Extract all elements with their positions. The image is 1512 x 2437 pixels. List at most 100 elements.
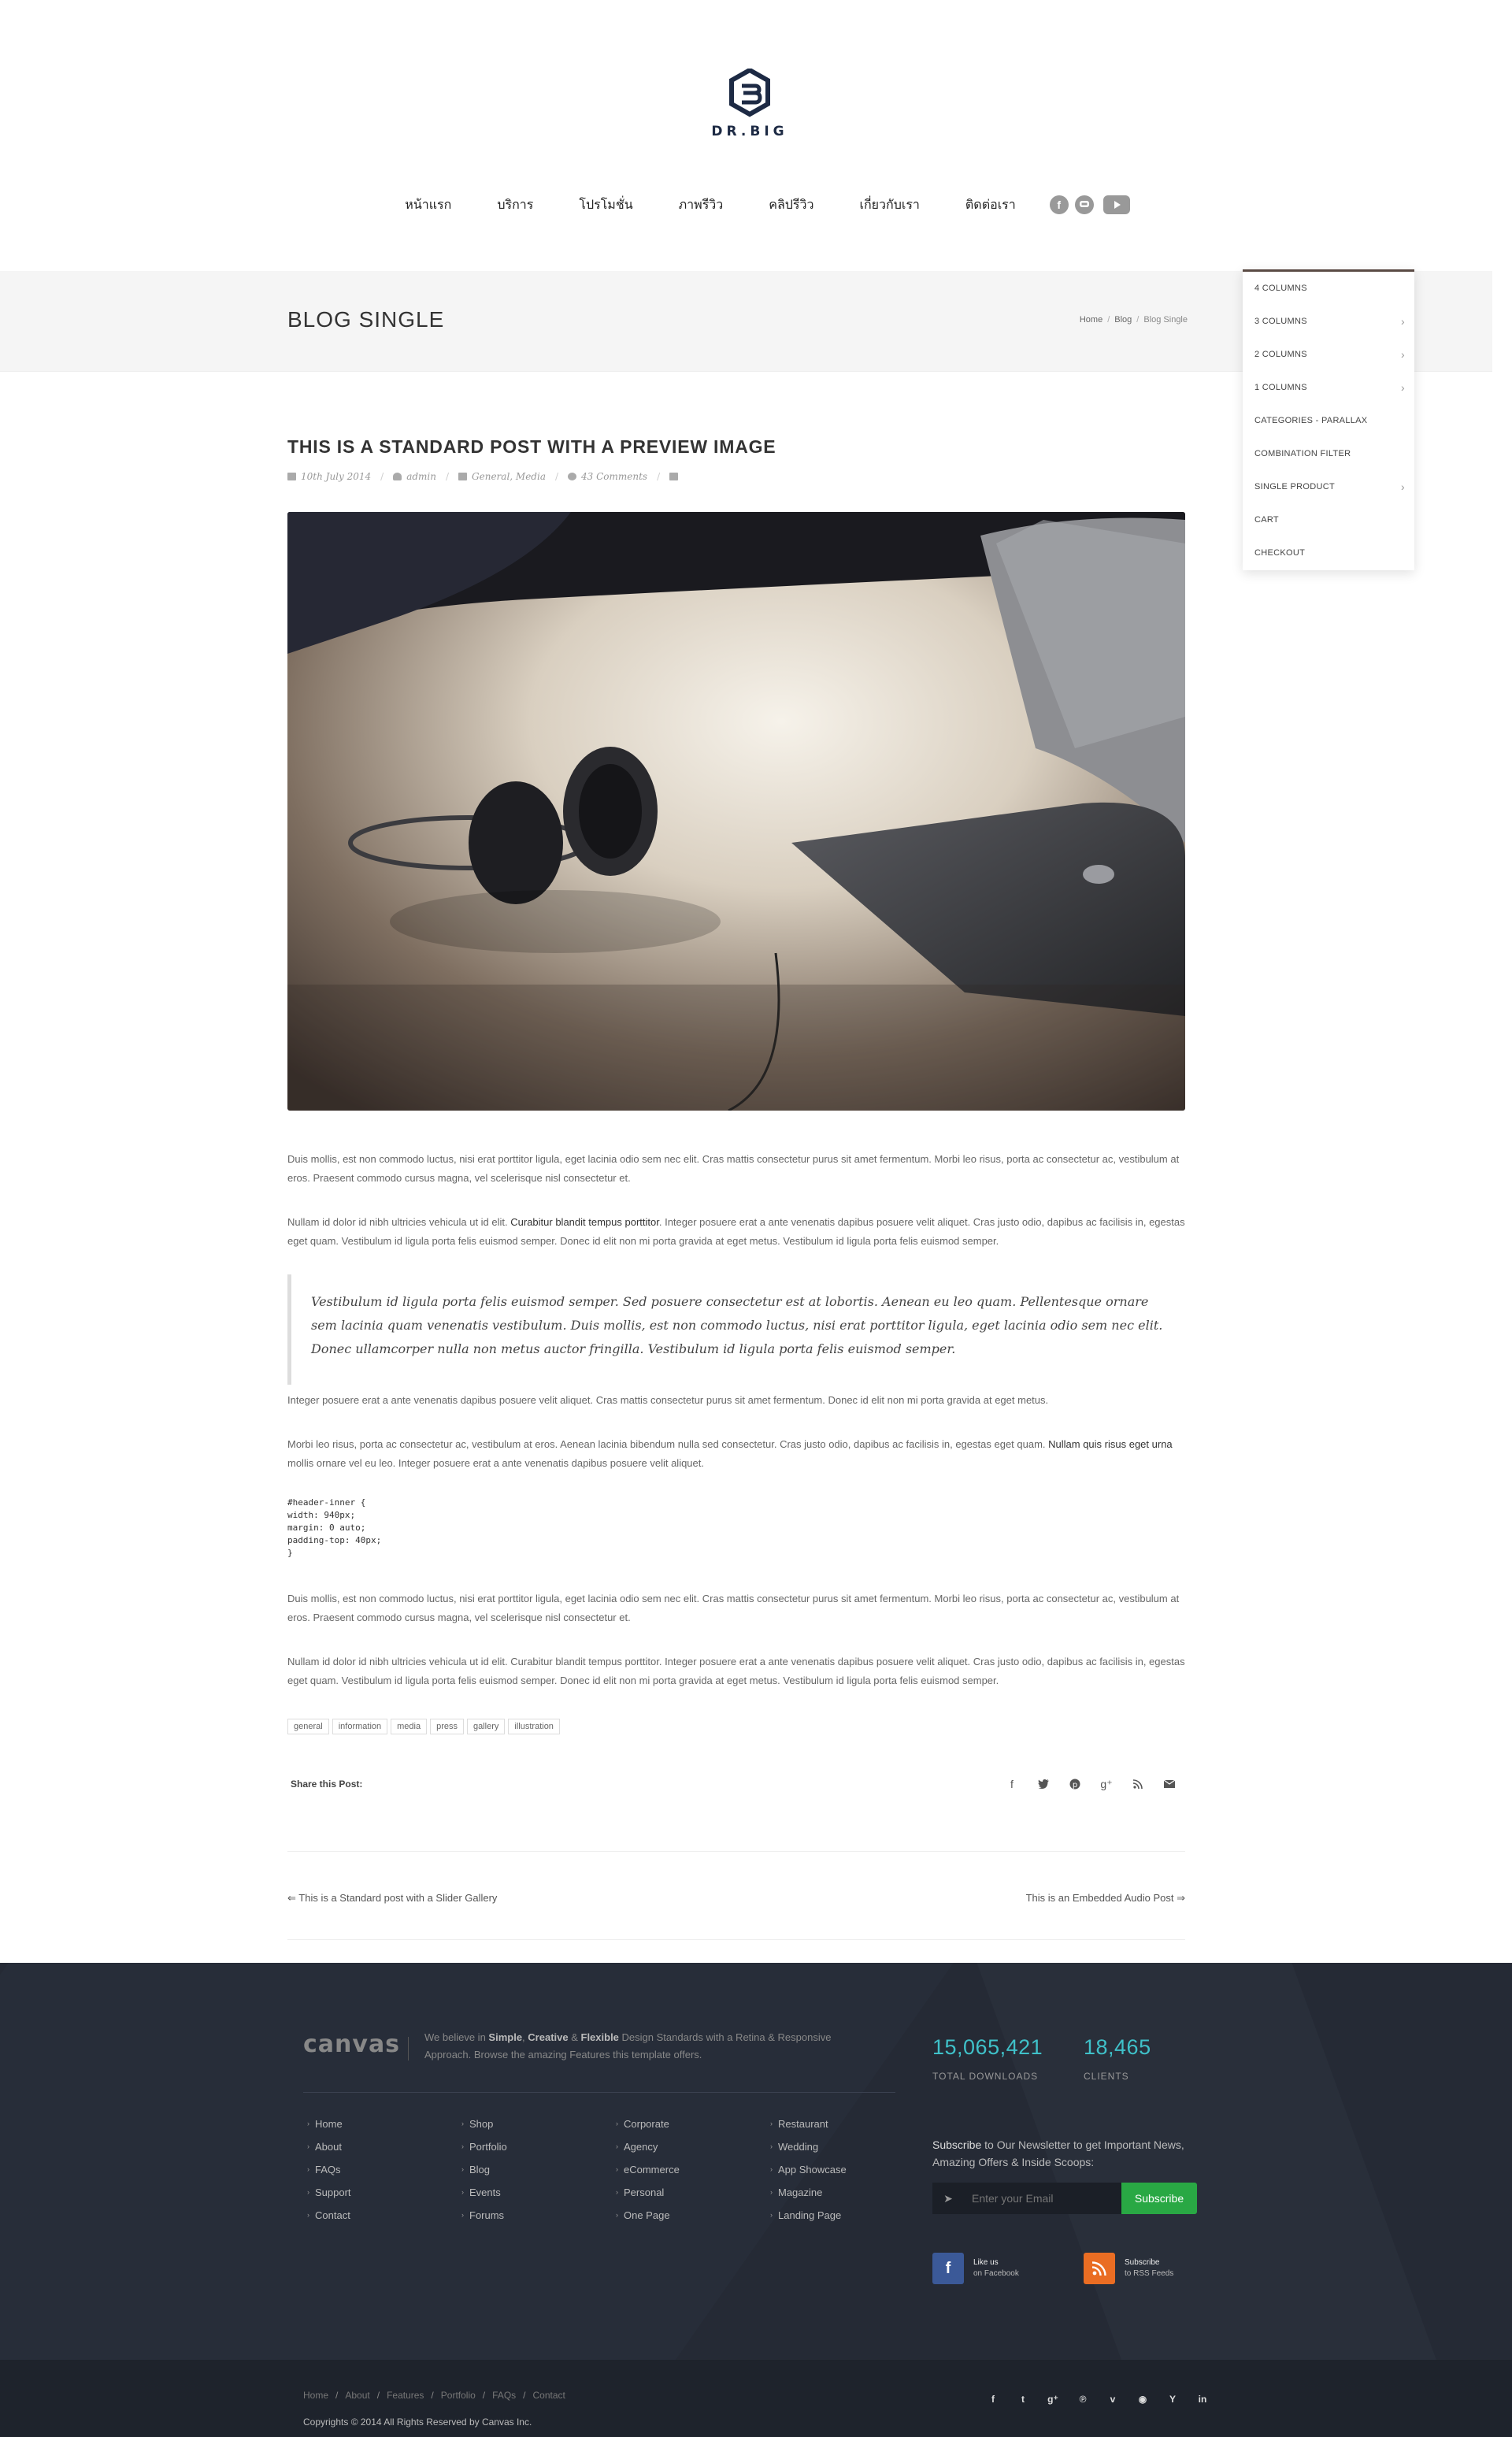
- footer-link[interactable]: › Wedding: [766, 2135, 921, 2158]
- footer-link[interactable]: › Home: [303, 2112, 458, 2135]
- prev-post-link[interactable]: ⇐ This is a Standard post with a Slider …: [287, 1892, 497, 1905]
- copyright-link[interactable]: Portfolio: [441, 2390, 476, 2401]
- dropdown-item-single-product[interactable]: SINGLE PRODUCT ›: [1243, 470, 1414, 503]
- facebook-icon[interactable]: f: [1049, 195, 1069, 214]
- dropdown-item-4-columns[interactable]: 4 COLUMNS: [1243, 272, 1414, 305]
- email-icon[interactable]: [1154, 1771, 1185, 1797]
- footer-link[interactable]: › Agency: [612, 2135, 766, 2158]
- divider: [287, 1851, 1185, 1852]
- footer-link[interactable]: › Corporate: [612, 2112, 766, 2135]
- facebook-icon[interactable]: f: [978, 2388, 1008, 2410]
- dropdown-item-cart[interactable]: CART: [1243, 503, 1414, 536]
- nav-item-about[interactable]: เกี่ยวกับเรา: [860, 189, 920, 221]
- breadcrumb-home[interactable]: Home: [1080, 315, 1102, 325]
- footer-link[interactable]: › App Showcase: [766, 2158, 921, 2181]
- dropdown-item-2-columns[interactable]: 2 COLUMNS ›: [1243, 338, 1414, 371]
- tag-link[interactable]: gallery: [467, 1719, 506, 1734]
- tag-link[interactable]: illustration: [508, 1719, 560, 1734]
- post-comments[interactable]: 43 Comments: [581, 471, 647, 482]
- chevron-right-icon: ›: [1401, 381, 1405, 394]
- footer-link[interactable]: › Magazine: [766, 2181, 921, 2204]
- newsletter-form: ➤ Subscribe: [932, 2183, 1197, 2214]
- stat-downloads: 15,065,421 Total Downloads: [932, 2035, 1043, 2082]
- dropdown-item-1-columns[interactable]: 1 COLUMNS ›: [1243, 371, 1414, 404]
- tag-link[interactable]: media: [391, 1719, 428, 1734]
- footer-link[interactable]: › Shop: [458, 2112, 612, 2135]
- breadcrumb-blog[interactable]: Blog: [1114, 315, 1132, 325]
- nav-item-video-reviews[interactable]: คลิปรีวิว: [769, 189, 813, 221]
- tag-link[interactable]: general: [287, 1719, 329, 1734]
- footer-link[interactable]: › Portfolio: [458, 2135, 612, 2158]
- chevron-right-icon: ›: [1401, 480, 1405, 493]
- vimeo-icon[interactable]: v: [1098, 2388, 1128, 2410]
- footer-link[interactable]: › Forums: [458, 2204, 612, 2227]
- dropdown-item-combination-filter[interactable]: COMBINATION FILTER: [1243, 437, 1414, 470]
- post-blockquote: Vestibulum id ligula porta felis euismod…: [287, 1274, 1185, 1385]
- site-logo[interactable]: DR.BIG: [701, 55, 799, 153]
- rss-widget[interactable]: Subscribe to RSS Feeds: [1084, 2253, 1173, 2284]
- nav-item-contact[interactable]: ติดต่อเรา: [965, 189, 1016, 221]
- inline-link[interactable]: Curabitur blandit tempus porttitor: [510, 1216, 659, 1228]
- linkedin-icon[interactable]: in: [1188, 2388, 1217, 2410]
- tag-link[interactable]: press: [430, 1719, 464, 1734]
- footer-link[interactable]: › Landing Page: [766, 2204, 921, 2227]
- line-icon[interactable]: [1074, 195, 1094, 214]
- dropdown-item-3-columns[interactable]: 3 COLUMNS ›: [1243, 305, 1414, 338]
- chevron-right-icon: ›: [1401, 348, 1405, 361]
- paper-plane-icon: ➤: [932, 2183, 964, 2214]
- post-title: This is a Standard post with a Preview I…: [287, 436, 776, 457]
- nav-item-services[interactable]: บริการ: [497, 189, 533, 221]
- user-icon: [393, 473, 402, 480]
- post-paragraph: Morbi leo risus, porta ac consectetur ac…: [287, 1438, 1173, 1469]
- footer-link[interactable]: › FAQs: [303, 2158, 458, 2181]
- google-plus-icon[interactable]: g⁺: [1091, 1771, 1122, 1797]
- twitter-icon[interactable]: t: [1008, 2388, 1038, 2410]
- chevron-right-icon: ›: [770, 2211, 773, 2219]
- footer-link[interactable]: › Restaurant: [766, 2112, 921, 2135]
- github-icon[interactable]: ◉: [1128, 2388, 1158, 2410]
- post-preview-image[interactable]: [287, 512, 1185, 1111]
- nav-item-photo-reviews[interactable]: ภาพรีวิว: [679, 189, 724, 221]
- yahoo-icon[interactable]: Y: [1158, 2388, 1188, 2410]
- nav-item-promotions[interactable]: โปรโมชั่น: [579, 189, 632, 221]
- footer-link[interactable]: › About: [303, 2135, 458, 2158]
- footer-link[interactable]: › Blog: [458, 2158, 612, 2181]
- twitter-icon[interactable]: [1028, 1771, 1059, 1797]
- facebook-icon[interactable]: f: [996, 1771, 1028, 1797]
- post-paragraph: Nullam id dolor id nibh ultricies vehicu…: [287, 1656, 1185, 1686]
- footer-link[interactable]: › Events: [458, 2181, 612, 2204]
- facebook-widget[interactable]: f Like us on Facebook: [932, 2253, 1019, 2284]
- youtube-icon[interactable]: [1102, 195, 1130, 214]
- post-author[interactable]: admin: [406, 471, 436, 482]
- post-date: 10th July 2014: [301, 471, 372, 482]
- copyright-link[interactable]: Features: [387, 2390, 424, 2401]
- copyright-link[interactable]: About: [345, 2390, 369, 2401]
- rss-icon[interactable]: [1122, 1771, 1154, 1797]
- footer-link[interactable]: › Contact: [303, 2204, 458, 2227]
- post-categories[interactable]: General, Media: [472, 471, 546, 482]
- subscribe-button[interactable]: Subscribe: [1121, 2183, 1197, 2214]
- email-field[interactable]: [964, 2183, 1121, 2214]
- next-post-link[interactable]: This is an Embedded Audio Post ⇒: [1026, 1892, 1185, 1905]
- dropdown-item-checkout[interactable]: CHECKOUT: [1243, 536, 1414, 569]
- dropdown-item-categories-parallax[interactable]: CATEGORIES - PARALLAX: [1243, 404, 1414, 437]
- pinterest-icon[interactable]: p: [1059, 1771, 1091, 1797]
- share-label: Share this Post:: [291, 1779, 363, 1790]
- footer-link[interactable]: › One Page: [612, 2204, 766, 2227]
- footer-link-column: › Corporate › Agency › eCommerce › Personal …: [612, 2112, 766, 2227]
- pinterest-icon[interactable]: ℗: [1068, 2388, 1098, 2410]
- nav-item-home[interactable]: หน้าแรก: [405, 189, 451, 221]
- footer-link[interactable]: › Personal: [612, 2181, 766, 2204]
- copyright-link[interactable]: Home: [303, 2390, 328, 2401]
- copyright-link[interactable]: Contact: [533, 2390, 565, 2401]
- tag-link[interactable]: information: [332, 1719, 388, 1734]
- footer-link[interactable]: › Support: [303, 2181, 458, 2204]
- footer-link[interactable]: › eCommerce: [612, 2158, 766, 2181]
- copyright-link[interactable]: FAQs: [492, 2390, 516, 2401]
- facebook-icon: f: [932, 2253, 964, 2284]
- footer-logo[interactable]: canvas: [303, 2031, 400, 2058]
- inline-link[interactable]: Nullam quis risus eget urna: [1048, 1438, 1173, 1450]
- chevron-right-icon: ›: [770, 2142, 773, 2150]
- google-plus-icon[interactable]: g⁺: [1038, 2388, 1068, 2410]
- chevron-right-icon: ›: [307, 2211, 309, 2219]
